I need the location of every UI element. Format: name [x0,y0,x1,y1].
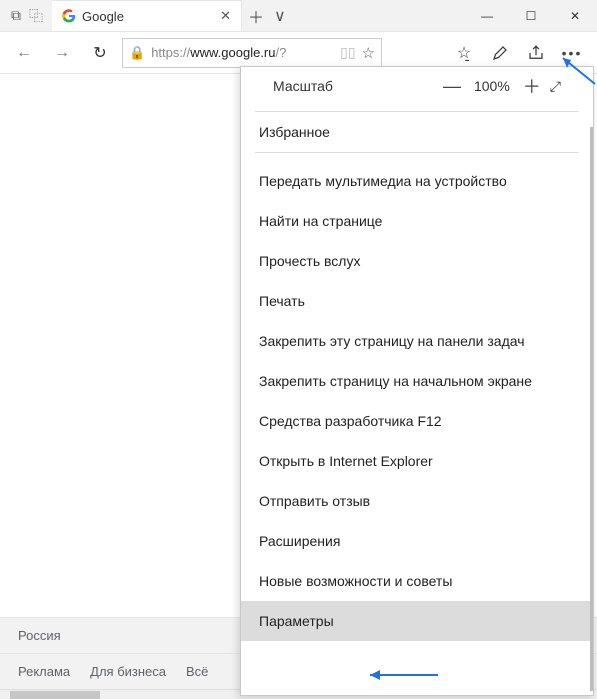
footer-link-business[interactable]: Для бизнеса [90,664,166,679]
window-controls: — ☐ ✕ [465,0,597,31]
footer-link-about[interactable]: Всё [186,664,208,679]
favorite-star-icon[interactable]: ☆ [362,44,375,62]
title-bar: ⧉ ⿻ Google ✕ ＋ ∨ — ☐ ✕ [0,0,597,32]
tab-strip-controls: ＋ ∨ [242,0,292,31]
menu-open-ie[interactable]: Открыть в Internet Explorer [241,441,593,481]
share-icon[interactable] [519,37,553,69]
menu-print[interactable]: Печать [241,281,593,321]
menu-tips[interactable]: Новые возможности и советы [241,561,593,601]
menu-feedback[interactable]: Отправить отзыв [241,481,593,521]
reading-view-icon[interactable]: ▯▯ [340,44,355,61]
lock-icon: 🔒 [129,45,145,61]
menu-scrollbar[interactable] [590,127,593,691]
notes-icon[interactable] [483,37,517,69]
favorites-hub-icon[interactable]: ☆̠ [447,37,481,69]
tab-actions: ⧉ ⿻ [0,0,52,31]
fullscreen-button[interactable]: ⤢ [550,78,561,95]
tabs-chevron-icon[interactable]: ∨ [274,6,286,26]
refresh-button[interactable]: ↻ [84,37,116,69]
menu-extensions[interactable]: Расширения [241,521,593,561]
menu-find[interactable]: Найти на странице [241,201,593,241]
maximize-button[interactable]: ☐ [509,0,553,31]
menu-read-aloud[interactable]: Прочесть вслух [241,241,593,281]
back-button[interactable]: ← [8,37,40,69]
new-tab-button[interactable]: ＋ [248,4,264,28]
menu-devtools[interactable]: Средства разработчика F12 [241,401,593,441]
zoom-label: Масштаб [273,78,434,94]
zoom-out-button[interactable]: — [438,76,466,97]
menu-pin-taskbar[interactable]: Закрепить эту страницу на панели задач [241,321,593,361]
favicon-google-icon [62,9,76,23]
minimize-button[interactable]: — [465,0,509,31]
forward-button: → [46,37,78,69]
browser-tab[interactable]: Google ✕ [52,0,242,31]
url-text: https://www.google.ru/? [151,45,286,60]
tab-title: Google [82,9,214,24]
scrollbar-thumb[interactable] [10,691,100,699]
footer-link-ads[interactable]: Реклама [18,664,70,679]
settings-more-menu: Масштаб — 100% ＋ ⤢ Избранное Передать му… [240,66,594,696]
settings-more-button[interactable]: ••• [555,37,589,69]
menu-settings[interactable]: Параметры [241,601,593,641]
zoom-value: 100% [470,78,514,94]
menu-favorites[interactable]: Избранное [241,112,593,152]
set-aside-tabs-icon[interactable]: ⧉ [6,7,26,24]
close-window-button[interactable]: ✕ [553,0,597,31]
menu-cast[interactable]: Передать мультимедиа на устройство [241,161,593,201]
menu-pin-start[interactable]: Закрепить страницу на начальном экране [241,361,593,401]
tabs-preview-icon[interactable]: ⿻ [26,6,46,26]
tab-close-icon[interactable]: ✕ [220,8,231,24]
address-bar[interactable]: 🔒 https://www.google.ru/? ▯▯ ☆ [122,38,382,68]
toolbar-right: ☆̠ ••• [447,37,589,69]
zoom-in-button[interactable]: ＋ [518,73,546,99]
zoom-row: Масштаб — 100% ＋ ⤢ [255,67,579,112]
